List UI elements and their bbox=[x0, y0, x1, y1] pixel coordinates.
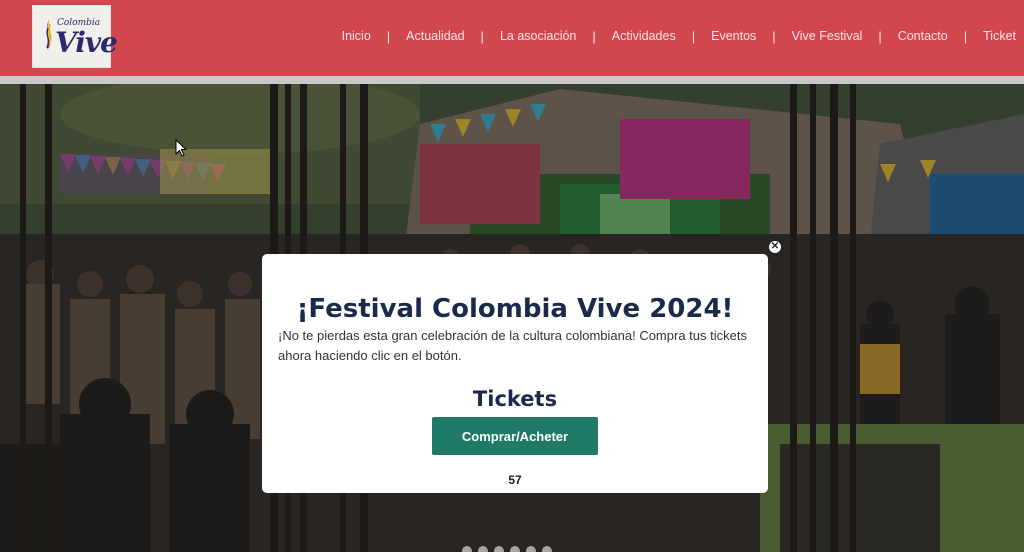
popup-title: ¡Festival Colombia Vive 2024! bbox=[296, 294, 734, 324]
nav-separator: | bbox=[592, 28, 596, 44]
main-nav: Inicio | Actualidad | La asociación | Ac… bbox=[342, 28, 1024, 44]
site-header: Colombia Vive Inicio | Actualidad | La a… bbox=[0, 0, 1024, 76]
carousel-dot[interactable] bbox=[478, 546, 488, 552]
nav-contacto[interactable]: Contacto bbox=[898, 29, 948, 43]
carousel-dot[interactable] bbox=[462, 546, 472, 552]
nav-vive-festival[interactable]: Vive Festival bbox=[792, 29, 863, 43]
close-icon[interactable]: ✕ bbox=[767, 239, 783, 255]
mouse-cursor-icon bbox=[175, 139, 187, 157]
nav-actividades[interactable]: Actividades bbox=[612, 29, 676, 43]
carousel-dot[interactable] bbox=[494, 546, 504, 552]
nav-separator: | bbox=[386, 28, 391, 44]
nav-separator: | bbox=[691, 28, 696, 44]
nav-actualidad[interactable]: Actualidad bbox=[406, 29, 464, 43]
buy-tickets-button[interactable]: Comprar/Acheter bbox=[432, 417, 598, 455]
popup-tickets-heading: Tickets bbox=[472, 387, 558, 411]
nav-eventos[interactable]: Eventos bbox=[711, 29, 756, 43]
popup-countdown: 57 bbox=[508, 473, 522, 487]
nav-separator: | bbox=[772, 28, 776, 44]
carousel-dot[interactable] bbox=[542, 546, 552, 552]
nav-inicio[interactable]: Inicio bbox=[342, 29, 371, 43]
nav-separator: | bbox=[480, 28, 484, 44]
popup-description: ¡No te pierdas esta gran celebración de … bbox=[278, 328, 747, 363]
site-logo[interactable]: Colombia Vive bbox=[32, 5, 118, 68]
nav-separator: | bbox=[963, 28, 968, 44]
nav-separator: | bbox=[878, 28, 882, 44]
festival-popup: ¡Festival Colombia Vive 2024! ¡No te pie… bbox=[262, 254, 768, 493]
logo-text-big: Vive bbox=[55, 26, 118, 59]
nav-ticket[interactable]: Ticket bbox=[983, 29, 1016, 43]
carousel-dot[interactable] bbox=[510, 546, 520, 552]
nav-la-asociacion[interactable]: La asociación bbox=[500, 29, 576, 43]
carousel-indicators bbox=[462, 546, 552, 552]
carousel-dot[interactable] bbox=[526, 546, 536, 552]
header-divider bbox=[0, 76, 1024, 84]
